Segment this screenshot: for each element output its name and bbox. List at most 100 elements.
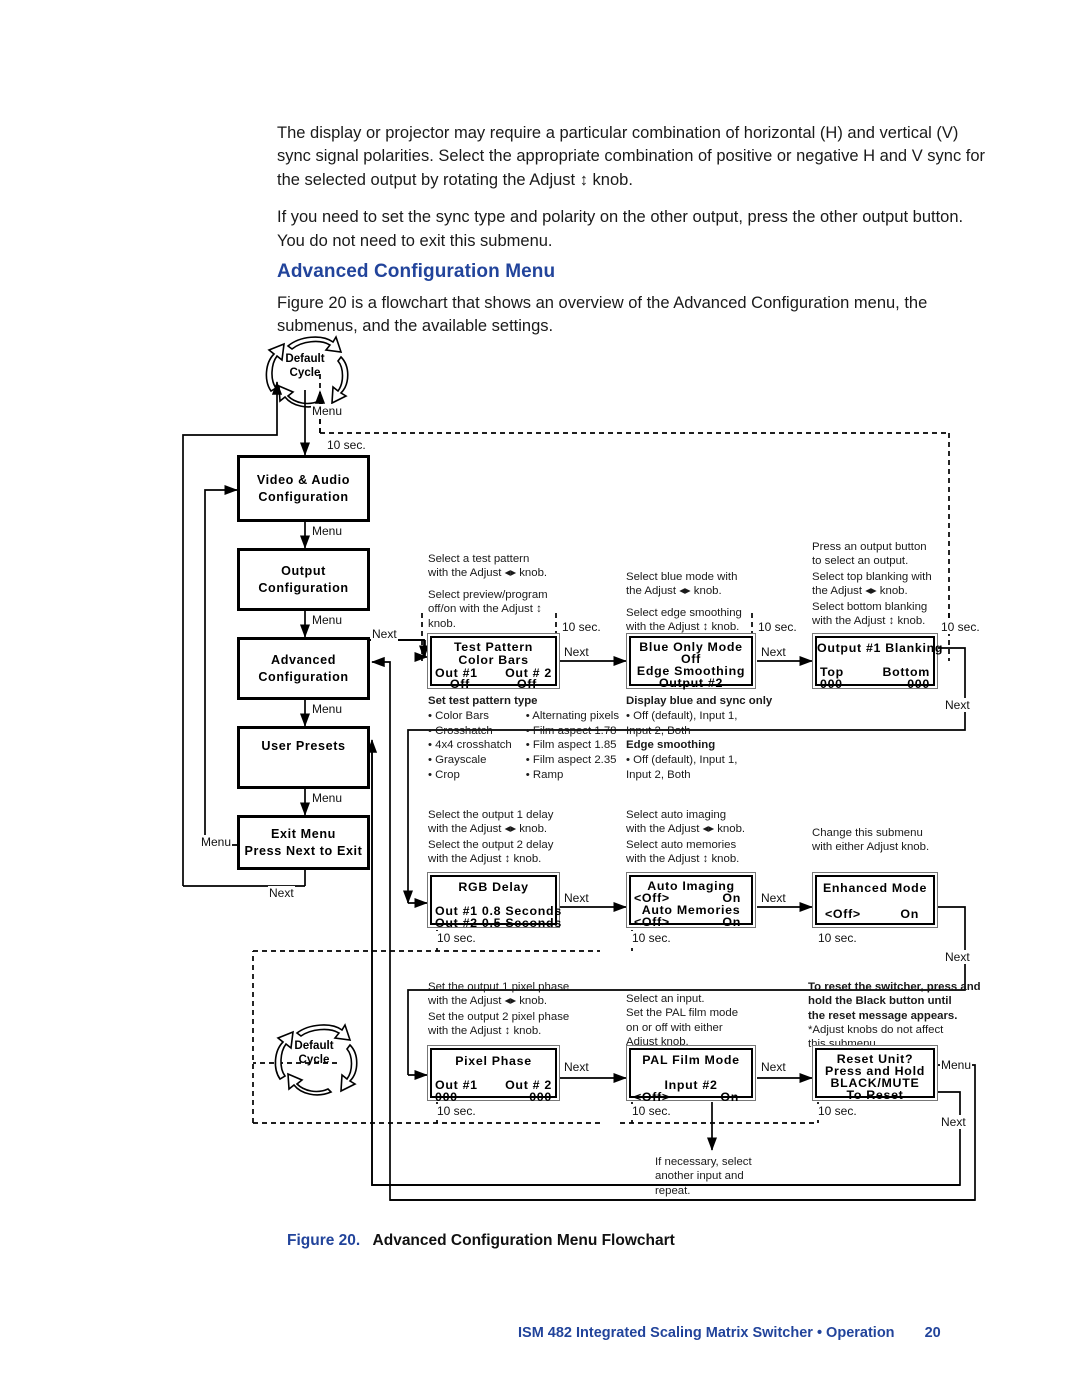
annotation-pixel-phase: Set the output 1 pixel phase with the Ad… [428,981,570,1008]
bullets-test-pattern: Set test pattern type • Color Bars • Cro… [428,694,619,783]
lcd-line-4: To Reset [846,1088,904,1102]
submenu-enhanced-mode[interactable]: Enhanced Mode <Off> On [812,872,938,928]
paragraph-other-output: If you need to set the sync type and pol… [277,208,964,250]
lcd-out2-value: Off [517,677,537,691]
lcd-line-1: Enhanced Mode [822,881,928,895]
edge-label-10sec-r2c: 10 sec. [817,931,858,945]
lcd-screen: Auto Imaging <Off> On Auto Memories <Off… [629,875,753,929]
lcd-line-4: Off Off [432,677,555,691]
lcd-bottom-value: 000 [907,677,930,691]
annotation-auto-imaging: Select auto imaging with the Adjust ◂▸ k… [626,809,746,836]
edge-label-next-r1-down: Next [944,698,971,712]
annotation-top-blanking: Select top blanking with the Adjust ◂▸ k… [812,571,932,598]
document-page: The display or projector may require a p… [0,0,1080,1397]
submenu-pal-film-mode[interactable]: PAL Film Mode Input #2 <Off> On [626,1045,756,1104]
page-title: Advanced Configuration Menu [277,261,556,282]
lcd-screen: RGB Delay Out #1 0.8 Seconds Out #2 0.5 … [430,875,561,930]
edge-label-menu-3: Menu [311,702,344,716]
edge-label-menu-4: Menu [311,791,344,805]
edge-label-10sec-r2a: 10 sec. [436,931,477,945]
submenu-test-pattern[interactable]: Test Pattern Color Bars Out #1 Out # 2 O… [427,633,560,691]
submenu-reset-unit[interactable]: Reset Unit? Press and Hold BLACK/MUTE To… [812,1045,938,1102]
default-cycle-top-label: Default Cycle [285,352,325,379]
menu-box-label: Video & Audio Configuration [256,473,351,504]
menu-box-advanced-configuration[interactable]: Advanced Configuration [237,637,370,700]
figure-caption: Figure 20. Advanced Configuration Menu F… [287,1232,675,1250]
menu-box-label: User Presets [261,739,346,753]
lcd-auto-memories-on: On [722,915,741,929]
edge-label-next-r2a: Next [563,891,590,905]
lcd-out1-value: Off [450,677,470,691]
edge-label-10sec-r3b: 10 sec. [631,1104,672,1118]
menu-box-exit-menu[interactable]: Exit Menu Press Next to Exit [237,815,370,870]
edge-label-10sec-r1a: 10 sec. [561,620,602,634]
lcd-pal-on: On [720,1090,739,1104]
lcd-line-1: PAL Film Mode [642,1053,740,1067]
lcd-enhanced-on: On [900,907,919,921]
bullets-blue-only: Display blue and sync only • Off (defaul… [626,694,772,783]
lcd-auto-memories-off: <Off> [634,915,670,929]
menu-box-label: Exit Menu Press Next to Exit [244,827,363,858]
lcd-line-4: <Off> On [631,1090,751,1104]
submenu-rgb-delay[interactable]: RGB Delay Out #1 0.8 Seconds Out #2 0.5 … [427,872,561,930]
menu-box-video-audio-configuration[interactable]: Video & Audio Configuration [237,455,370,522]
lcd-out2-value: 000 [529,1090,552,1104]
edge-label-next-advanced: Next [371,627,398,641]
edge-label-next-reset: Next [940,1115,967,1129]
lcd-out1-value: 000 [435,1090,458,1104]
annotation-enhanced-mode: Change this submenu with either Adjust k… [812,827,930,854]
lcd-line-4: 000 000 [432,1090,555,1104]
lcd-line-4: Out #2 0.5 Seconds [435,916,562,930]
submenu-pixel-phase[interactable]: Pixel Phase Out #1 Out # 2 000 000 [427,1045,560,1104]
edge-label-10sec-r1c: 10 sec. [940,620,981,634]
menu-box-label: Output Configuration [258,564,349,595]
figure-number: Figure 20. [287,1232,361,1249]
edge-label-10sec-r3a: 10 sec. [436,1104,477,1118]
bullets-items-blue: • Off (default), Input 1, Input 2, Both [626,709,738,737]
edge-label-next-r2-down: Next [944,950,971,964]
edge-label-next-r1b: Next [760,645,787,659]
edge-label-next-r2b: Next [760,891,787,905]
lcd-line-1: Output #1 Blanking [817,641,944,655]
edge-label-10sec-top: 10 sec. [326,438,367,452]
edge-label-menu-2: Menu [311,613,344,627]
footer-title: ISM 482 Integrated Scaling Matrix Switch… [518,1325,895,1341]
annotation-repeat: If necessary, select another input and r… [655,1156,752,1197]
menu-box-label: Advanced Configuration [258,653,349,684]
submenu-blue-only-mode[interactable]: Blue Only Mode Off Edge Smoothing Output… [626,633,756,690]
edge-label-next-r3a: Next [563,1060,590,1074]
lcd-enhanced-off: <Off> [825,907,861,921]
lcd-screen: Pixel Phase Out #1 Out # 2 000 000 [430,1048,557,1104]
edge-label-next-r1a: Next [563,645,590,659]
lcd-line-1: Test Pattern [453,640,534,654]
lcd-line-4: Output #2 [658,676,724,690]
annotation-pixel-phase-2: Set the output 2 pixel phase with the Ad… [428,1011,570,1038]
annotation-pal-film: Select an input. Set the PAL film mode o… [626,993,739,1049]
bullets-col-1: • Color Bars • Crosshatch • 4x4 crosshat… [428,709,512,782]
lcd-pal-off: <Off> [634,1090,670,1104]
lcd-screen: Blue Only Mode Off Edge Smoothing Output… [629,636,753,690]
edge-label-next-r3b: Next [760,1060,787,1074]
menu-box-output-configuration[interactable]: Output Configuration [237,548,370,611]
menu-box-user-presets[interactable]: User Presets [237,726,370,789]
lcd-screen: Test Pattern Color Bars Out #1 Out # 2 O… [430,636,557,691]
edge-label-menu-top: Menu [311,404,344,418]
lcd-line-2: Color Bars [458,653,529,667]
advanced-configuration-flowchart: Default Cycle Default Cycle Video & Audi… [0,330,1080,1230]
figure-title: Advanced Configuration Menu Flowchart [372,1232,675,1249]
default-cycle-bottom-label: Default Cycle [294,1039,334,1066]
lcd-line-4: <Off> On [631,915,751,929]
lcd-line-4: 000 000 [817,677,933,691]
annotation-edge-smoothing: Select edge smoothing with the Adjust ↕ … [626,607,742,634]
intro-paragraphs: The display or projector may require a p… [277,122,989,267]
submenu-auto-imaging[interactable]: Auto Imaging <Off> On Auto Memories <Off… [626,872,756,929]
annotation-bottom-blanking: Select bottom blanking with the Adjust ↕… [812,601,928,628]
bullets-col-2: • Alternating pixels • Film aspect 1.78 … [525,709,620,782]
annotation-reset-bold: To reset the switcher, press and hold th… [808,981,981,1022]
paragraph-sync-polarity: The display or projector may require a p… [277,124,986,189]
submenu-output1-blanking[interactable]: Output #1 Blanking Top Bottom 000 000 [812,633,944,691]
lcd-screen: Output #1 Blanking Top Bottom 000 000 [815,636,944,691]
lcd-line-1: Pixel Phase [455,1054,532,1068]
edge-label-next-exit: Next [268,886,295,900]
edge-label-menu-reset: Menu [940,1058,973,1072]
